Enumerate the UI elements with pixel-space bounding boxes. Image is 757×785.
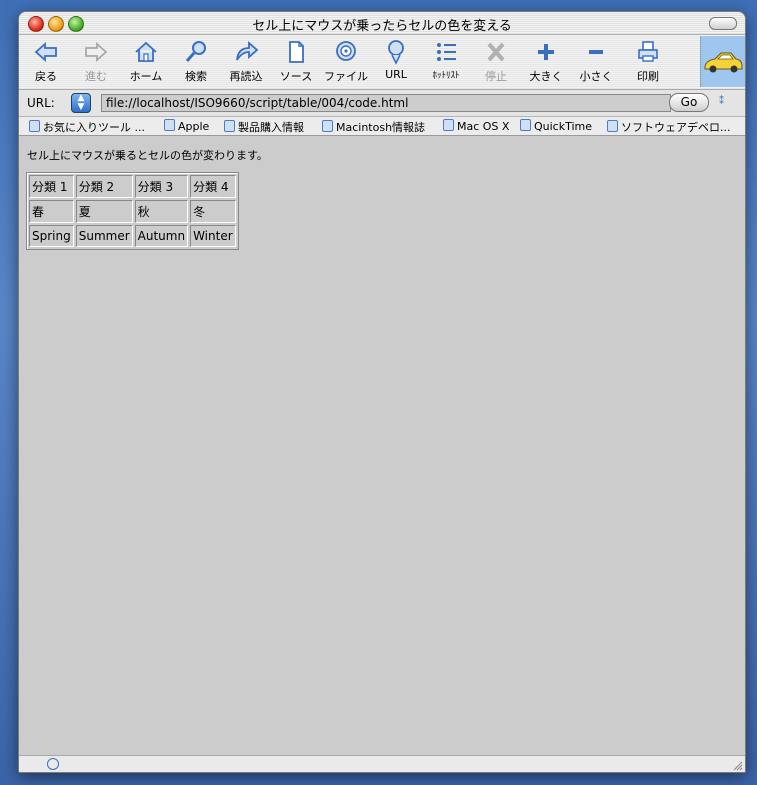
address-bar: URL: ▲▼ Go ⁑ — [19, 90, 745, 117]
stop-button[interactable]: 停止 — [471, 38, 521, 84]
favorite-item[interactable]: お気に入りツール ... — [29, 119, 145, 135]
print-label: 印刷 — [637, 70, 659, 83]
table-cell[interactable]: 分類 4 — [190, 175, 236, 198]
home-button[interactable]: ホーム — [121, 38, 171, 84]
toolbar-toggle-button[interactable] — [709, 17, 737, 30]
favorite-item[interactable]: ソフトウェアデベロ... — [607, 119, 731, 135]
file-button[interactable]: ファイル — [321, 38, 371, 84]
text-bigger-label: 大きく — [529, 70, 563, 83]
table-cell[interactable]: 分類 1 — [29, 175, 74, 198]
url-resize-icon[interactable]: ⁑ — [719, 96, 724, 107]
back-arrow-icon — [32, 38, 60, 66]
source-button[interactable]: ソース — [271, 38, 321, 84]
forward-label: 進む — [85, 70, 107, 83]
table-cell[interactable]: 春 — [29, 200, 74, 223]
url-history-button[interactable]: ▲ ▼ — [71, 93, 91, 113]
table-cell[interactable]: 分類 3 — [134, 175, 189, 198]
car-logo-icon[interactable] — [700, 36, 745, 87]
forward-arrow-icon — [82, 38, 110, 66]
minus-icon — [582, 38, 610, 66]
print-icon — [634, 38, 662, 66]
file-icon — [332, 38, 360, 66]
stop-label: 停止 — [485, 70, 507, 83]
table-cell[interactable]: 秋 — [134, 200, 189, 223]
home-label: ホーム — [129, 70, 163, 83]
folder-icon — [164, 119, 175, 131]
search-icon — [182, 38, 210, 66]
url-button[interactable]: URL — [371, 38, 421, 81]
stop-icon — [482, 38, 510, 66]
favorite-item[interactable]: Apple — [164, 119, 209, 133]
table-row: Spring Summer Autumn Winter — [29, 225, 236, 247]
favorites-bar: お気に入りツール ... Apple 製品購入情報 Macintosh情報誌 M… — [19, 117, 745, 136]
table-cell[interactable]: 夏 — [75, 200, 133, 223]
file-label: ファイル — [324, 70, 368, 83]
season-table: 分類 1 分類 2 分類 3 分類 4 春 夏 秋 冬 Spring Summe… — [26, 172, 239, 250]
toolbar: 戻る 進む ホーム 検索 再読込 ソース ファイル URL ﾎｯﾄﾘｽﾄ 停止 … — [19, 35, 745, 90]
table-cell[interactable]: 分類 2 — [75, 175, 133, 198]
favorite-item[interactable]: 製品購入情報 — [224, 119, 304, 135]
folder-icon — [520, 119, 531, 131]
url-input[interactable] — [101, 94, 671, 112]
favorite-item[interactable]: Mac OS X — [443, 119, 509, 133]
home-icon — [132, 38, 160, 66]
folder-icon — [29, 120, 40, 132]
url-icon — [382, 38, 410, 66]
hotlist-label: ﾎｯﾄﾘｽﾄ — [432, 71, 460, 81]
text-bigger-button[interactable]: 大きく — [521, 38, 571, 84]
resize-handle-icon[interactable] — [731, 759, 743, 771]
table-row: 分類 1 分類 2 分類 3 分類 4 — [29, 175, 236, 198]
url-label: URL: — [27, 96, 55, 110]
text-smaller-label: 小さく — [579, 70, 613, 83]
favorite-item[interactable]: Macintosh情報誌 — [322, 119, 425, 135]
source-icon — [282, 38, 310, 66]
print-button[interactable]: 印刷 — [623, 38, 673, 84]
folder-icon — [224, 120, 235, 132]
source-label: ソース — [279, 70, 313, 83]
page-icon — [443, 119, 454, 131]
reload-label: 再読込 — [229, 70, 263, 83]
table-cell[interactable]: Summer — [75, 225, 133, 247]
browser-window: セル上にマウスが乗ったらセルの色を変える 戻る 進む ホーム 検索 再読込 ソー… — [18, 11, 746, 773]
status-bar — [19, 755, 745, 772]
reload-icon — [232, 38, 260, 66]
table-cell[interactable]: Spring — [29, 225, 74, 247]
table-cell[interactable]: Autumn — [134, 225, 189, 247]
favorite-item[interactable]: QuickTime — [520, 119, 592, 133]
text-smaller-button[interactable]: 小さく — [571, 38, 621, 84]
connection-status-icon[interactable] — [47, 758, 59, 770]
plus-icon — [532, 38, 560, 66]
intro-text: セル上にマウスが乗るとセルの色が変わります。 — [27, 149, 268, 162]
folder-icon — [607, 120, 618, 132]
table-cell[interactable]: Winter — [190, 225, 236, 247]
back-button[interactable]: 戻る — [21, 38, 71, 84]
page-content: セル上にマウスが乗るとセルの色が変わります。 分類 1 分類 2 分類 3 分類… — [19, 136, 745, 756]
search-button[interactable]: 検索 — [171, 38, 221, 84]
url-label: URL — [385, 68, 407, 81]
hotlist-icon — [432, 38, 460, 66]
go-button[interactable]: Go — [669, 93, 709, 112]
window-title: セル上にマウスが乗ったらセルの色を変える — [252, 19, 512, 34]
back-label: 戻る — [35, 70, 57, 83]
folder-icon — [322, 120, 333, 132]
reload-button[interactable]: 再読込 — [221, 38, 271, 84]
hotlist-button[interactable]: ﾎｯﾄﾘｽﾄ — [421, 38, 471, 81]
forward-button[interactable]: 進む — [71, 38, 121, 84]
search-label: 検索 — [185, 70, 207, 83]
table-cell[interactable]: 冬 — [190, 200, 236, 223]
title-bar[interactable]: セル上にマウスが乗ったらセルの色を変える — [19, 12, 745, 35]
table-row: 春 夏 秋 冬 — [29, 200, 236, 223]
